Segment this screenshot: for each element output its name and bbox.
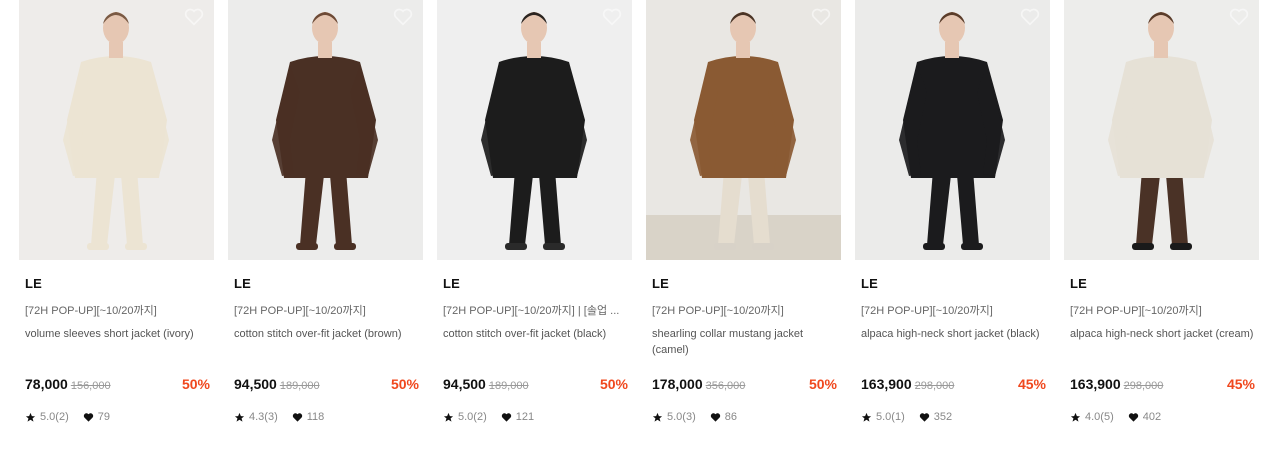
heart-icon[interactable]: [292, 412, 303, 423]
product-card[interactable]: LE [72H POP-UP][~10/20까지] alpaca high-ne…: [1064, 0, 1259, 423]
product-brand[interactable]: LE: [861, 276, 878, 291]
original-price: 189,000: [488, 380, 529, 392]
product-photo: [646, 0, 841, 260]
product-promo: [72H POP-UP][~10/20까지]: [652, 305, 784, 317]
likes-count: 86: [724, 411, 737, 423]
original-price: 298,000: [1123, 380, 1164, 392]
product-brand[interactable]: LE: [25, 276, 42, 291]
sale-price: 163,900: [861, 376, 912, 392]
discount-rate: 50%: [390, 376, 419, 392]
sale-price: 94,500: [234, 376, 277, 392]
discount-rate: 50%: [808, 376, 837, 392]
likes-count: 352: [933, 411, 953, 423]
sale-price: 163,900: [1070, 376, 1121, 392]
discount-rate: 45%: [1017, 376, 1046, 392]
product-name[interactable]: cotton stitch over-fit jacket (brown): [234, 326, 418, 342]
price-row: 178,000 356,000 50%: [652, 376, 837, 396]
heart-icon[interactable]: [501, 412, 512, 423]
product-stats: 5.0(3) 86: [652, 411, 737, 423]
star-icon: [443, 412, 454, 422]
rating-text: 5.0(3): [667, 411, 696, 423]
product-stats: 4.3(3) 118: [234, 411, 324, 423]
product-stats: 5.0(2) 121: [443, 411, 534, 423]
wishlist-heart-icon[interactable]: [393, 8, 413, 26]
product-image[interactable]: [228, 0, 423, 260]
likes-count: 118: [306, 411, 325, 423]
product-name[interactable]: cotton stitch over-fit jacket (black): [443, 326, 627, 342]
product-grid: LE [72H POP-UP][~10/20까지] volume sleeves…: [0, 0, 1262, 449]
price-row: 163,900 298,000 45%: [861, 376, 1046, 396]
product-image[interactable]: [646, 0, 841, 260]
product-promo: [72H POP-UP][~10/20까지]: [861, 305, 993, 317]
product-photo: [855, 0, 1050, 260]
product-image[interactable]: [855, 0, 1050, 260]
product-name[interactable]: alpaca high-neck short jacket (cream): [1070, 326, 1254, 342]
product-card[interactable]: LE [72H POP-UP][~10/20까지] | [솔업 ... cott…: [437, 0, 632, 423]
original-price: 189,000: [279, 380, 320, 392]
discount-rate: 50%: [599, 376, 628, 392]
star-icon: [861, 412, 872, 422]
product-promo: [72H POP-UP][~10/20까지]: [25, 305, 157, 317]
product-brand[interactable]: LE: [234, 276, 251, 291]
price-row: 94,500 189,000 50%: [234, 376, 419, 396]
rating-text: 5.0(2): [458, 411, 487, 423]
rating-text: 5.0(2): [40, 411, 69, 423]
heart-icon[interactable]: [1128, 412, 1139, 423]
wishlist-heart-icon[interactable]: [602, 8, 622, 26]
likes-count: 121: [515, 411, 535, 423]
wishlist-heart-icon[interactable]: [184, 8, 204, 26]
heart-icon[interactable]: [710, 412, 721, 423]
product-image[interactable]: [437, 0, 632, 260]
product-stats: 5.0(1) 352: [861, 411, 952, 423]
product-stats: 5.0(2) 79: [25, 411, 110, 423]
product-photo: [1064, 0, 1259, 260]
heart-icon[interactable]: [919, 412, 930, 423]
sale-price: 94,500: [443, 376, 486, 392]
product-brand[interactable]: LE: [652, 276, 669, 291]
product-photo: [19, 0, 214, 260]
sale-price: 78,000: [25, 376, 68, 392]
star-icon: [25, 412, 36, 422]
product-brand[interactable]: LE: [1070, 276, 1087, 291]
discount-rate: 50%: [181, 376, 210, 392]
star-icon: [234, 412, 245, 422]
product-name[interactable]: alpaca high-neck short jacket (black): [861, 326, 1045, 342]
product-promo: [72H POP-UP][~10/20까지] | [솔업 ...: [443, 305, 620, 317]
price-row: 94,500 189,000 50%: [443, 376, 628, 396]
original-price: 298,000: [914, 380, 955, 392]
product-name[interactable]: volume sleeves short jacket (ivory): [25, 326, 209, 342]
star-icon: [1070, 412, 1081, 422]
product-card[interactable]: LE [72H POP-UP][~10/20까지] alpaca high-ne…: [855, 0, 1050, 423]
product-card[interactable]: LE [72H POP-UP][~10/20까지] cotton stitch …: [228, 0, 423, 423]
price-row: 78,000 156,000 50%: [25, 376, 210, 396]
product-name[interactable]: shearling collar mustang jacket (camel): [652, 326, 836, 358]
likes-count: 402: [1142, 411, 1162, 423]
heart-icon[interactable]: [83, 412, 94, 423]
product-card[interactable]: LE [72H POP-UP][~10/20까지] shearling coll…: [646, 0, 841, 423]
sale-price: 178,000: [652, 376, 703, 392]
product-card[interactable]: LE [72H POP-UP][~10/20까지] volume sleeves…: [19, 0, 214, 423]
wishlist-heart-icon[interactable]: [1229, 8, 1249, 26]
original-price: 356,000: [705, 380, 746, 392]
price-row: 163,900 298,000 45%: [1070, 376, 1255, 396]
product-image[interactable]: [19, 0, 214, 260]
wishlist-heart-icon[interactable]: [811, 8, 831, 26]
rating-text: 4.0(5): [1085, 411, 1114, 423]
product-promo: [72H POP-UP][~10/20까지]: [234, 305, 366, 317]
likes-count: 79: [97, 411, 110, 423]
discount-rate: 45%: [1226, 376, 1255, 392]
product-promo: [72H POP-UP][~10/20까지]: [1070, 305, 1202, 317]
product-brand[interactable]: LE: [443, 276, 460, 291]
wishlist-heart-icon[interactable]: [1020, 8, 1040, 26]
original-price: 156,000: [70, 380, 111, 392]
star-icon: [652, 412, 663, 422]
product-photo: [437, 0, 632, 260]
rating-text: 5.0(1): [876, 411, 905, 423]
product-image[interactable]: [1064, 0, 1259, 260]
product-stats: 4.0(5) 402: [1070, 411, 1161, 423]
rating-text: 4.3(3): [249, 411, 278, 423]
product-photo: [228, 0, 423, 260]
